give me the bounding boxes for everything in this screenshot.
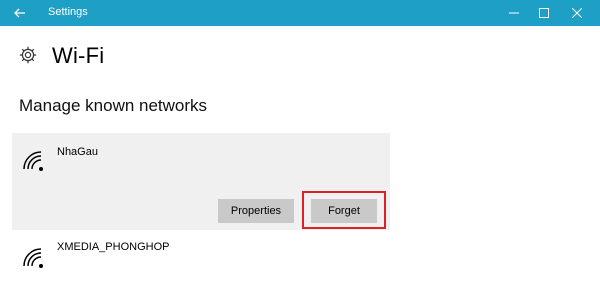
window-title: Settings bbox=[48, 6, 88, 18]
properties-button[interactable]: Properties bbox=[218, 199, 294, 223]
network-name: XMEDIA_PHONGHOP bbox=[57, 241, 170, 253]
network-item[interactable] bbox=[12, 232, 390, 282]
close-button[interactable] bbox=[563, 0, 591, 26]
back-arrow-icon bbox=[14, 8, 25, 18]
back-button[interactable] bbox=[0, 0, 40, 26]
forget-button[interactable]: Forget bbox=[311, 199, 377, 223]
network-name: NhaGau bbox=[57, 146, 98, 158]
title-bar: Settings bbox=[0, 0, 600, 26]
wifi-icon bbox=[23, 248, 43, 268]
maximize-icon bbox=[539, 8, 549, 18]
gear-icon bbox=[19, 46, 37, 64]
minimize-button[interactable] bbox=[500, 0, 528, 26]
section-heading: Manage known networks bbox=[19, 96, 208, 115]
wifi-icon bbox=[23, 151, 43, 171]
minimize-icon bbox=[509, 12, 519, 14]
close-icon bbox=[572, 8, 582, 18]
maximize-button[interactable] bbox=[530, 0, 558, 26]
page-title: Wi-Fi bbox=[52, 43, 105, 68]
